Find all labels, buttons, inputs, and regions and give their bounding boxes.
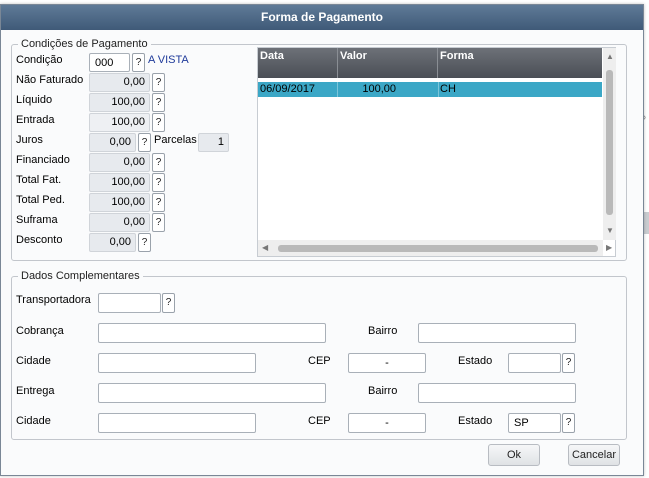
cidade-cobranca-input[interactable] xyxy=(98,353,256,373)
total-ped-label: Total Ped. xyxy=(16,194,65,206)
cep-entrega-label: CEP xyxy=(308,415,331,427)
cep-cobranca-label: CEP xyxy=(308,355,331,367)
financiado-field: 0,00 xyxy=(89,153,150,172)
dialog-title: Forma de Pagamento xyxy=(1,5,643,30)
condicao-input[interactable]: 000 xyxy=(89,53,130,72)
desconto-help-button[interactable]: ? xyxy=(138,233,151,252)
vertical-scrollbar[interactable]: ▲ ▼ xyxy=(603,48,616,240)
scroll-right-icon[interactable]: ▶ xyxy=(606,243,612,252)
scroll-down-icon[interactable]: ▼ xyxy=(606,226,614,235)
estado-entrega-input[interactable]: SP xyxy=(508,413,561,433)
estado-cobranca-help-button[interactable]: ? xyxy=(562,353,575,373)
column-header-data[interactable]: Data xyxy=(258,48,338,78)
payment-conditions-legend: Condições de Pagamento xyxy=(21,38,148,50)
entrada-field[interactable]: 100,00 xyxy=(89,113,150,132)
total-fat-field: 100,00 xyxy=(89,173,150,192)
suframa-label: Suframa xyxy=(16,214,58,226)
total-ped-help-button[interactable]: ? xyxy=(152,193,165,212)
financiado-help-button[interactable]: ? xyxy=(152,153,165,172)
vertical-scroll-thumb[interactable] xyxy=(606,70,613,215)
total-fat-help-button[interactable]: ? xyxy=(152,173,165,192)
desconto-field: 0,00 xyxy=(89,233,136,252)
cobranca-input[interactable] xyxy=(98,323,326,343)
condicao-help-button[interactable]: ? xyxy=(132,53,145,72)
payment-dialog: Forma de Pagamento Condições de Pagament… xyxy=(0,4,644,476)
cell-valor: 100,00 xyxy=(362,83,396,95)
transportadora-input[interactable] xyxy=(98,293,161,313)
cidade-cobranca-label: Cidade xyxy=(16,355,51,367)
payments-grid[interactable]: Data Valor Forma 06/09/2017 100,00 CH ▲ … xyxy=(257,47,616,257)
cell-divider xyxy=(438,82,439,97)
table-row[interactable]: 06/09/2017 100,00 CH xyxy=(258,82,602,97)
juros-field: 0,00 xyxy=(89,133,136,152)
nao-faturado-help-button[interactable]: ? xyxy=(152,73,165,92)
juros-label: Juros xyxy=(16,134,43,146)
cidade-entrega-label: Cidade xyxy=(16,415,51,427)
cidade-entrega-input[interactable] xyxy=(98,413,256,433)
financiado-label: Financiado xyxy=(16,154,70,166)
cancel-button[interactable]: Cancelar xyxy=(568,444,620,466)
nao-faturado-label: Não Faturado xyxy=(16,74,84,86)
estado-entrega-help-button[interactable]: ? xyxy=(562,413,575,433)
column-header-valor[interactable]: Valor xyxy=(338,48,438,78)
horizontal-scrollbar[interactable]: ◀ ▶ xyxy=(258,240,612,256)
suframa-help-button[interactable]: ? xyxy=(152,213,165,232)
juros-help-button[interactable]: ? xyxy=(138,133,151,152)
total-ped-field: 100,00 xyxy=(89,193,150,212)
bairro-entrega-input[interactable] xyxy=(418,383,576,403)
estado-cobranca-input[interactable] xyxy=(508,353,561,373)
total-fat-label: Total Fat. xyxy=(16,174,62,186)
cell-data: 06/09/2017 xyxy=(258,82,338,97)
entrada-label: Entrada xyxy=(16,114,55,126)
cobranca-label: Cobrança xyxy=(16,325,64,337)
condicao-label: Condição xyxy=(16,54,63,66)
cell-forma: CH xyxy=(440,83,456,95)
liquido-field: 100,00 xyxy=(89,93,150,112)
horizontal-scroll-thumb[interactable] xyxy=(278,245,598,252)
estado-entrega-label: Estado xyxy=(458,415,493,427)
desconto-label: Desconto xyxy=(16,234,63,246)
cep-entrega-input[interactable]: - xyxy=(348,413,426,433)
additional-data-legend: Dados Complementares xyxy=(21,270,140,282)
condicao-description: A VISTA xyxy=(148,54,189,66)
column-header-forma[interactable]: Forma xyxy=(438,48,602,78)
entrega-input[interactable] xyxy=(98,383,326,403)
scroll-left-icon[interactable]: ◀ xyxy=(262,243,268,252)
bairro-entrega-label: Bairro xyxy=(368,385,398,397)
grid-header: Data Valor Forma xyxy=(258,48,602,78)
ok-button[interactable]: Ok xyxy=(488,444,540,466)
bairro-cobranca-label: Bairro xyxy=(368,325,398,337)
entrada-help-button[interactable]: ? xyxy=(152,113,165,132)
transportadora-label: Transportadora xyxy=(16,294,91,306)
liquido-label: Líquido xyxy=(16,94,53,106)
cep-cobranca-input[interactable]: - xyxy=(348,353,426,373)
bairro-cobranca-input[interactable] xyxy=(418,323,576,343)
parcelas-label: Parcelas xyxy=(154,134,197,146)
entrega-label: Entrega xyxy=(16,385,55,397)
suframa-field: 0,00 xyxy=(89,213,150,232)
liquido-help-button[interactable]: ? xyxy=(152,93,165,112)
scroll-up-icon[interactable]: ▲ xyxy=(606,52,614,61)
estado-cobranca-label: Estado xyxy=(458,355,493,367)
nao-faturado-field: 0,00 xyxy=(89,73,150,92)
parcelas-field: 1 xyxy=(198,133,229,152)
transportadora-help-button[interactable]: ? xyxy=(162,293,175,313)
